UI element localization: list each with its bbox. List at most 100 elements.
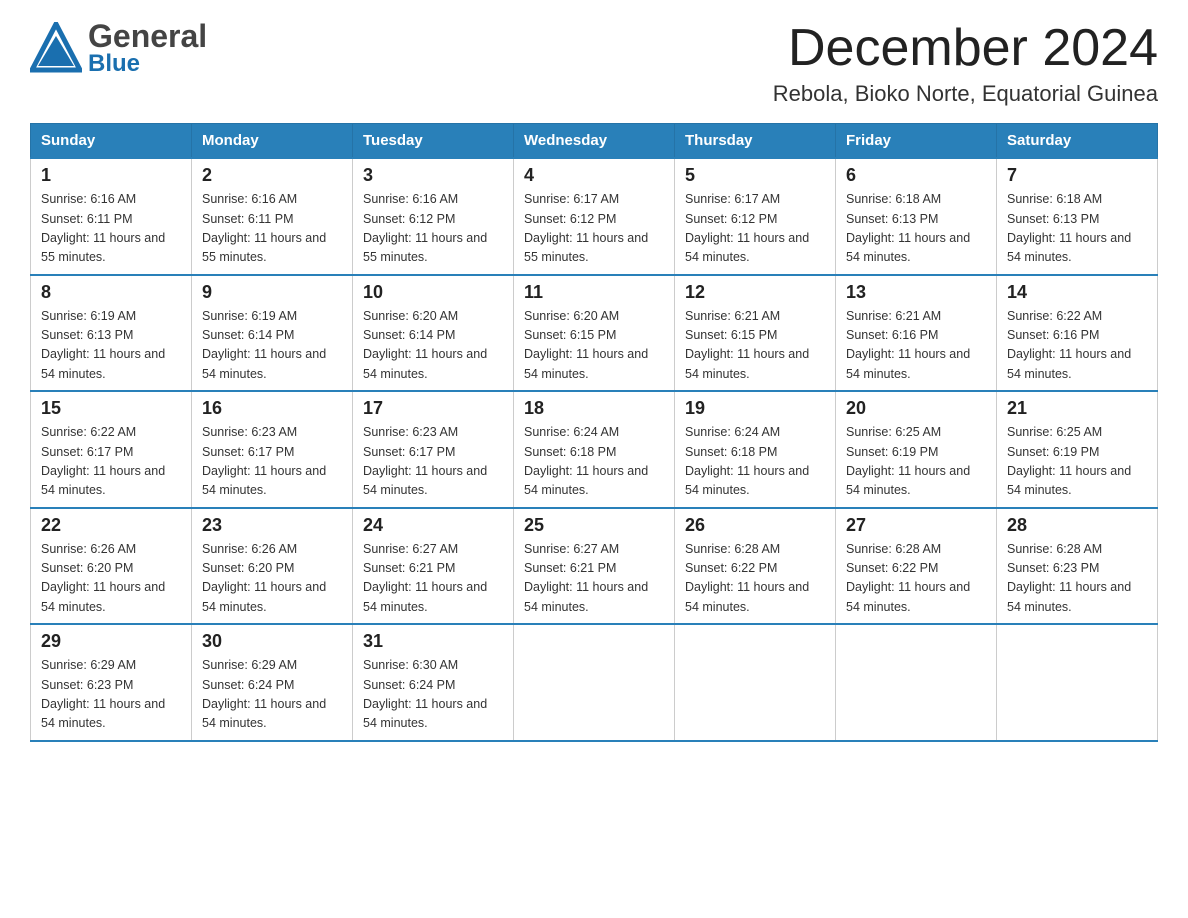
calendar-body: 1 Sunrise: 6:16 AMSunset: 6:11 PMDaylight… — [31, 158, 1158, 741]
day-info: Sunrise: 6:16 AMSunset: 6:12 PMDaylight:… — [363, 190, 503, 268]
title-block: December 2024 Rebola, Bioko Norte, Equat… — [773, 20, 1158, 107]
header-day-tuesday: Tuesday — [353, 124, 514, 159]
day-info: Sunrise: 6:26 AMSunset: 6:20 PMDaylight:… — [41, 540, 181, 618]
day-number: 22 — [41, 515, 181, 536]
day-info: Sunrise: 6:19 AMSunset: 6:14 PMDaylight:… — [202, 307, 342, 385]
day-number: 16 — [202, 398, 342, 419]
day-info: Sunrise: 6:17 AMSunset: 6:12 PMDaylight:… — [524, 190, 664, 268]
day-number: 23 — [202, 515, 342, 536]
logo: General Blue — [30, 20, 207, 76]
calendar-cell: 29 Sunrise: 6:29 AMSunset: 6:23 PMDayligh… — [31, 624, 192, 741]
day-info: Sunrise: 6:21 AMSunset: 6:15 PMDaylight:… — [685, 307, 825, 385]
day-number: 7 — [1007, 165, 1147, 186]
calendar-subtitle: Rebola, Bioko Norte, Equatorial Guinea — [773, 81, 1158, 107]
day-info: Sunrise: 6:23 AMSunset: 6:17 PMDaylight:… — [363, 423, 503, 501]
calendar-table: SundayMondayTuesdayWednesdayThursdayFrid… — [30, 123, 1158, 742]
day-number: 14 — [1007, 282, 1147, 303]
calendar-cell: 8 Sunrise: 6:19 AMSunset: 6:13 PMDaylight… — [31, 275, 192, 392]
day-number: 24 — [363, 515, 503, 536]
day-info: Sunrise: 6:23 AMSunset: 6:17 PMDaylight:… — [202, 423, 342, 501]
calendar-cell — [514, 624, 675, 741]
day-number: 29 — [41, 631, 181, 652]
day-number: 28 — [1007, 515, 1147, 536]
day-number: 27 — [846, 515, 986, 536]
calendar-cell: 1 Sunrise: 6:16 AMSunset: 6:11 PMDaylight… — [31, 158, 192, 275]
day-number: 9 — [202, 282, 342, 303]
day-info: Sunrise: 6:21 AMSunset: 6:16 PMDaylight:… — [846, 307, 986, 385]
day-number: 3 — [363, 165, 503, 186]
calendar-cell: 2Sunrise: 6:16 AMSunset: 6:11 PMDaylight… — [192, 158, 353, 275]
day-info: Sunrise: 6:25 AMSunset: 6:19 PMDaylight:… — [1007, 423, 1147, 501]
day-info: Sunrise: 6:30 AMSunset: 6:24 PMDaylight:… — [363, 656, 503, 734]
day-number: 18 — [524, 398, 664, 419]
day-number: 6 — [846, 165, 986, 186]
day-info: Sunrise: 6:25 AMSunset: 6:19 PMDaylight:… — [846, 423, 986, 501]
day-info: Sunrise: 6:22 AMSunset: 6:16 PMDaylight:… — [1007, 307, 1147, 385]
day-info: Sunrise: 6:26 AMSunset: 6:20 PMDaylight:… — [202, 540, 342, 618]
calendar-week-row: 8 Sunrise: 6:19 AMSunset: 6:13 PMDaylight… — [31, 275, 1158, 392]
header-day-friday: Friday — [836, 124, 997, 159]
day-number: 8 — [41, 282, 181, 303]
calendar-title: December 2024 — [773, 20, 1158, 77]
calendar-week-row: 22 Sunrise: 6:26 AMSunset: 6:20 PMDayligh… — [31, 508, 1158, 625]
day-info: Sunrise: 6:24 AMSunset: 6:18 PMDaylight:… — [685, 423, 825, 501]
calendar-week-row: 15Sunrise: 6:22 AMSunset: 6:17 PMDayligh… — [31, 391, 1158, 508]
calendar-cell: 3 Sunrise: 6:16 AMSunset: 6:12 PMDaylight… — [353, 158, 514, 275]
day-info: Sunrise: 6:18 AMSunset: 6:13 PMDaylight:… — [1007, 190, 1147, 268]
day-info: Sunrise: 6:20 AMSunset: 6:14 PMDaylight:… — [363, 307, 503, 385]
day-number: 19 — [685, 398, 825, 419]
header-row: SundayMondayTuesdayWednesdayThursdayFrid… — [31, 124, 1158, 159]
calendar-cell: 11Sunrise: 6:20 AMSunset: 6:15 PMDayligh… — [514, 275, 675, 392]
day-number: 5 — [685, 165, 825, 186]
day-number: 17 — [363, 398, 503, 419]
calendar-cell: 31 Sunrise: 6:30 AMSunset: 6:24 PMDayligh… — [353, 624, 514, 741]
calendar-cell: 26Sunrise: 6:28 AMSunset: 6:22 PMDayligh… — [675, 508, 836, 625]
calendar-cell: 7 Sunrise: 6:18 AMSunset: 6:13 PMDaylight… — [997, 158, 1158, 275]
day-info: Sunrise: 6:29 AMSunset: 6:24 PMDaylight:… — [202, 656, 342, 734]
calendar-cell: 4 Sunrise: 6:17 AMSunset: 6:12 PMDaylight… — [514, 158, 675, 275]
logo-icon — [30, 22, 82, 74]
day-number: 1 — [41, 165, 181, 186]
calendar-cell: 20Sunrise: 6:25 AMSunset: 6:19 PMDayligh… — [836, 391, 997, 508]
day-number: 4 — [524, 165, 664, 186]
day-info: Sunrise: 6:19 AMSunset: 6:13 PMDaylight:… — [41, 307, 181, 385]
day-info: Sunrise: 6:24 AMSunset: 6:18 PMDaylight:… — [524, 423, 664, 501]
day-info: Sunrise: 6:29 AMSunset: 6:23 PMDaylight:… — [41, 656, 181, 734]
calendar-week-row: 29 Sunrise: 6:29 AMSunset: 6:23 PMDayligh… — [31, 624, 1158, 741]
day-info: Sunrise: 6:17 AMSunset: 6:12 PMDaylight:… — [685, 190, 825, 268]
calendar-cell: 22 Sunrise: 6:26 AMSunset: 6:20 PMDayligh… — [31, 508, 192, 625]
day-number: 11 — [524, 282, 664, 303]
logo-general: General — [88, 20, 207, 52]
calendar-cell: 19 Sunrise: 6:24 AMSunset: 6:18 PMDayligh… — [675, 391, 836, 508]
logo-blue-text: Blue — [88, 52, 207, 76]
calendar-cell: 9 Sunrise: 6:19 AMSunset: 6:14 PMDaylight… — [192, 275, 353, 392]
day-info: Sunrise: 6:27 AMSunset: 6:21 PMDaylight:… — [524, 540, 664, 618]
day-number: 13 — [846, 282, 986, 303]
day-number: 2 — [202, 165, 342, 186]
day-number: 25 — [524, 515, 664, 536]
calendar-cell: 5 Sunrise: 6:17 AMSunset: 6:12 PMDaylight… — [675, 158, 836, 275]
calendar-cell: 28 Sunrise: 6:28 AMSunset: 6:23 PMDayligh… — [997, 508, 1158, 625]
day-info: Sunrise: 6:28 AMSunset: 6:22 PMDaylight:… — [685, 540, 825, 618]
day-info: Sunrise: 6:16 AMSunset: 6:11 PMDaylight:… — [41, 190, 181, 268]
day-number: 31 — [363, 631, 503, 652]
day-number: 12 — [685, 282, 825, 303]
page-header: General Blue December 2024 Rebola, Bioko… — [30, 20, 1158, 107]
calendar-cell: 27Sunrise: 6:28 AMSunset: 6:22 PMDayligh… — [836, 508, 997, 625]
calendar-cell — [836, 624, 997, 741]
header-day-thursday: Thursday — [675, 124, 836, 159]
calendar-cell: 18 Sunrise: 6:24 AMSunset: 6:18 PMDayligh… — [514, 391, 675, 508]
calendar-cell — [997, 624, 1158, 741]
calendar-cell: 14 Sunrise: 6:22 AMSunset: 6:16 PMDayligh… — [997, 275, 1158, 392]
calendar-cell: 24 Sunrise: 6:27 AMSunset: 6:21 PMDayligh… — [353, 508, 514, 625]
calendar-cell: 15Sunrise: 6:22 AMSunset: 6:17 PMDayligh… — [31, 391, 192, 508]
day-number: 30 — [202, 631, 342, 652]
header-day-saturday: Saturday — [997, 124, 1158, 159]
day-info: Sunrise: 6:22 AMSunset: 6:17 PMDaylight:… — [41, 423, 181, 501]
calendar-cell: 16 Sunrise: 6:23 AMSunset: 6:17 PMDayligh… — [192, 391, 353, 508]
logo-text: General Blue — [88, 20, 207, 76]
day-info: Sunrise: 6:28 AMSunset: 6:23 PMDaylight:… — [1007, 540, 1147, 618]
header-day-monday: Monday — [192, 124, 353, 159]
day-info: Sunrise: 6:27 AMSunset: 6:21 PMDaylight:… — [363, 540, 503, 618]
calendar-cell: 21Sunrise: 6:25 AMSunset: 6:19 PMDayligh… — [997, 391, 1158, 508]
